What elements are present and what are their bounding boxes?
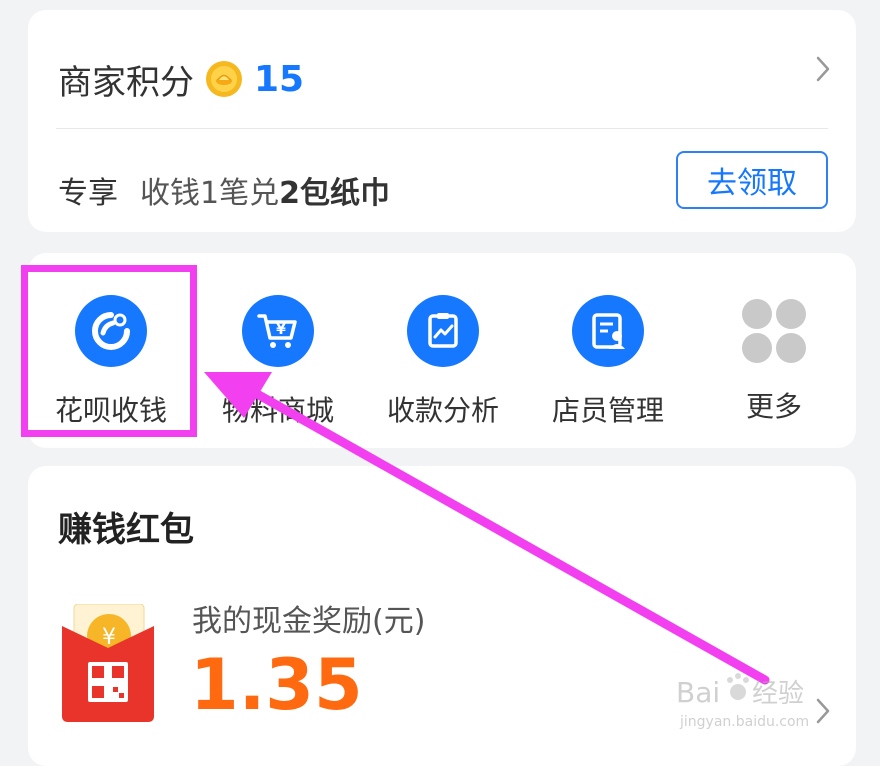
annotation-arrow <box>204 372 770 685</box>
watermark-brand-tail: 经验 <box>752 679 804 709</box>
watermark-brand: Bai <box>676 676 720 709</box>
baidu-jingyan-watermark: Bai 经验 jingyan.baidu.com <box>676 668 836 738</box>
paw-icon <box>727 673 749 700</box>
watermark-url: jingyan.baidu.com <box>679 714 809 730</box>
